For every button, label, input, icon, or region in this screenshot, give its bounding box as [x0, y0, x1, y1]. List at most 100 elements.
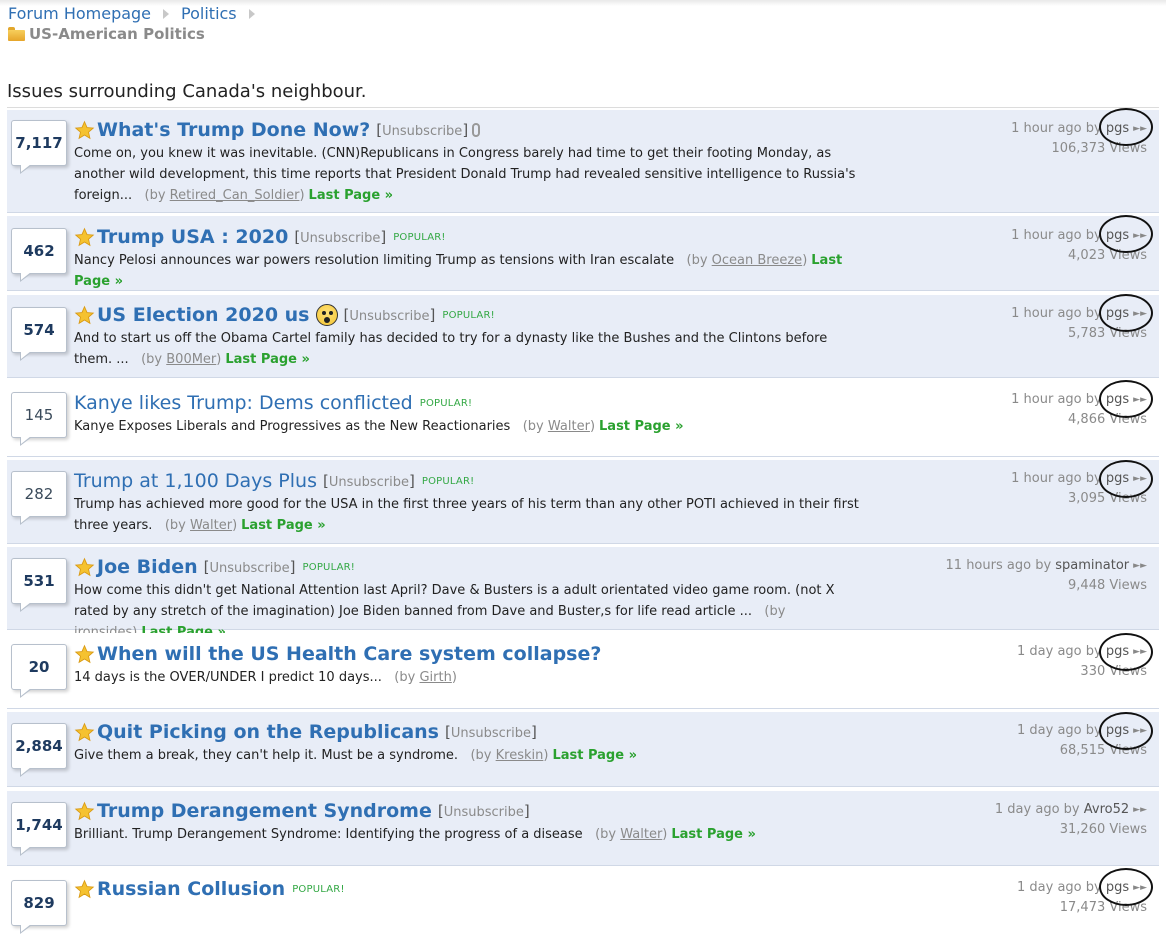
- thread-meta: 1 day ago by Avro52 ►► 31,260 Views: [994, 801, 1147, 837]
- last-page-link[interactable]: Last Page »: [309, 188, 394, 203]
- unsubscribe-link[interactable]: Unsubscribe: [382, 124, 462, 139]
- goto-last-post-icon[interactable]: ►►: [1133, 391, 1147, 410]
- unsubscribe-link[interactable]: Unsubscribe: [329, 475, 409, 490]
- thread-title-link[interactable]: Kanye likes Trump: Dems conflicted: [74, 392, 413, 414]
- author-link[interactable]: Girth: [419, 670, 451, 685]
- last-post-time: 1 day ago: [1017, 723, 1082, 738]
- divider: [7, 107, 1159, 108]
- paperclip-icon: [472, 123, 481, 137]
- view-count: 4,866 Views: [1068, 412, 1147, 427]
- goto-last-post-icon[interactable]: ►►: [1133, 120, 1147, 139]
- author-link[interactable]: Retired_Can_Soldier: [170, 188, 300, 203]
- shocked-emoji-icon: [315, 304, 338, 326]
- thread-title-link[interactable]: US Election 2020 us: [97, 304, 310, 326]
- breadcrumb-politics-link[interactable]: Politics: [181, 4, 237, 23]
- goto-last-post-icon[interactable]: ►►: [1133, 722, 1147, 741]
- goto-last-post-icon[interactable]: ►►: [1133, 557, 1147, 576]
- last-poster-link[interactable]: spaminator: [1055, 558, 1129, 573]
- thread-content: Quit Picking on the Republicans [Unsubsc…: [74, 721, 869, 766]
- popular-badge: POPULAR!: [393, 231, 446, 243]
- thread-row: 145 Kanye likes Trump: Dems conflicted P…: [7, 381, 1159, 457]
- last-post-time: 1 hour ago: [1011, 392, 1082, 407]
- star-icon: [74, 305, 95, 326]
- thread-content: Trump Derangement Syndrome [Unsubscribe]…: [74, 800, 869, 845]
- thread-author: (by Ocean Breeze): [678, 253, 808, 268]
- author-link[interactable]: Walter: [190, 518, 232, 533]
- thread-content: Joe Biden [Unsubscribe] POPULAR! How com…: [74, 556, 869, 643]
- goto-last-post-icon[interactable]: ►►: [1133, 470, 1147, 489]
- unsubscribe-link[interactable]: Unsubscribe: [444, 805, 524, 820]
- last-page-link[interactable]: Last Page »: [225, 352, 310, 367]
- last-poster-link[interactable]: Avro52: [1084, 802, 1129, 817]
- author-link[interactable]: B00Mer: [166, 352, 216, 367]
- breadcrumb-separator-icon: [248, 8, 255, 19]
- reply-count-bubble: 531: [11, 558, 67, 612]
- thread-snippet: Give them a break, they can't help it. M…: [74, 748, 459, 763]
- thread-snippet: How come this didn't get National Attent…: [74, 583, 835, 619]
- thread-title-link[interactable]: When will the US Health Care system coll…: [97, 643, 601, 665]
- thread-title-link[interactable]: Joe Biden: [97, 556, 198, 578]
- last-page-link[interactable]: Last Page »: [671, 827, 756, 842]
- thread-author: (by Girth): [386, 670, 457, 685]
- last-page-link[interactable]: Last Page »: [552, 748, 637, 763]
- view-count: 17,473 Views: [1059, 900, 1147, 915]
- goto-last-post-icon[interactable]: ►►: [1133, 879, 1147, 898]
- thread-row: 531 Joe Biden [Unsubscribe] POPULAR! How…: [7, 547, 1159, 640]
- thread-content: Trump at 1,100 Days Plus [Unsubscribe] P…: [74, 470, 869, 536]
- thread-meta: 1 day ago by pgs ►► 17,473 Views: [1017, 879, 1147, 915]
- last-poster-link[interactable]: pgs: [1106, 880, 1129, 895]
- last-poster-link[interactable]: pgs: [1106, 644, 1129, 659]
- breadcrumb-home-link[interactable]: Forum Homepage: [8, 4, 151, 23]
- goto-last-post-icon[interactable]: ►►: [1133, 227, 1147, 246]
- last-poster-link[interactable]: pgs: [1106, 723, 1129, 738]
- star-icon: [74, 879, 95, 900]
- goto-last-post-icon[interactable]: ►►: [1133, 305, 1147, 324]
- thread-author: (by Walter): [156, 518, 238, 533]
- popular-badge: POPULAR!: [442, 309, 495, 321]
- thread-snippet: Kanye Exposes Liberals and Progressives …: [74, 419, 511, 434]
- last-post-time: 1 hour ago: [1011, 306, 1082, 321]
- goto-last-post-icon[interactable]: ►►: [1133, 643, 1147, 662]
- popular-badge: POPULAR!: [419, 397, 473, 409]
- thread-title-link[interactable]: Quit Picking on the Republicans: [97, 721, 439, 743]
- last-page-link[interactable]: Last Page »: [599, 419, 684, 434]
- unsubscribe-link[interactable]: Unsubscribe: [349, 309, 429, 324]
- author-link[interactable]: Walter: [620, 827, 662, 842]
- thread-title-link[interactable]: Trump Derangement Syndrome: [97, 800, 432, 822]
- unsubscribe-link[interactable]: Unsubscribe: [451, 726, 531, 741]
- popular-badge: POPULAR!: [421, 475, 475, 487]
- thread-content: Kanye likes Trump: Dems conflicted POPUL…: [74, 392, 869, 437]
- author-link[interactable]: Walter: [548, 419, 590, 434]
- last-post-time: 1 day ago: [994, 802, 1060, 817]
- author-link[interactable]: Kreskin: [496, 748, 544, 763]
- forum-title-text: US-American Politics: [29, 25, 205, 43]
- unsubscribe-link[interactable]: Unsubscribe: [210, 561, 290, 576]
- last-post-time: 1 hour ago: [1011, 228, 1082, 243]
- last-poster-link[interactable]: pgs: [1106, 306, 1129, 321]
- last-poster-link[interactable]: pgs: [1106, 392, 1129, 407]
- reply-count-bubble: 20: [11, 644, 67, 698]
- star-icon: [74, 557, 95, 578]
- author-link[interactable]: Ocean Breeze: [712, 253, 803, 268]
- goto-last-post-icon[interactable]: ►►: [1133, 801, 1147, 820]
- thread-title-link[interactable]: Russian Collusion: [97, 878, 285, 900]
- thread-meta: 1 hour ago by pgs ►► 4,023 Views: [1011, 227, 1147, 263]
- last-poster-link[interactable]: pgs: [1106, 228, 1129, 243]
- forum-title: US-American Politics: [8, 25, 205, 43]
- unsubscribe-link[interactable]: Unsubscribe: [300, 231, 380, 246]
- last-post-time: 1 day ago: [1017, 644, 1082, 659]
- view-count: 68,515 Views: [1059, 743, 1147, 758]
- thread-title-link[interactable]: Trump USA : 2020: [97, 226, 288, 248]
- last-page-link[interactable]: Last Page »: [241, 518, 326, 533]
- thread-row: 282 Trump at 1,100 Days Plus [Unsubscrib…: [7, 460, 1159, 544]
- thread-row: 2,884 Quit Picking on the Republicans [U…: [7, 712, 1159, 787]
- thread-title-link[interactable]: Trump at 1,100 Days Plus: [74, 470, 317, 492]
- view-count: 5,783 Views: [1068, 326, 1147, 341]
- view-count: 330 Views: [1080, 664, 1147, 679]
- last-poster-link[interactable]: pgs: [1106, 471, 1129, 486]
- star-icon: [74, 801, 95, 822]
- reply-count-bubble: 462: [11, 228, 67, 282]
- star-icon: [74, 644, 95, 665]
- last-poster-link[interactable]: pgs: [1106, 121, 1129, 136]
- thread-title-link[interactable]: What's Trump Done Now?: [97, 119, 370, 141]
